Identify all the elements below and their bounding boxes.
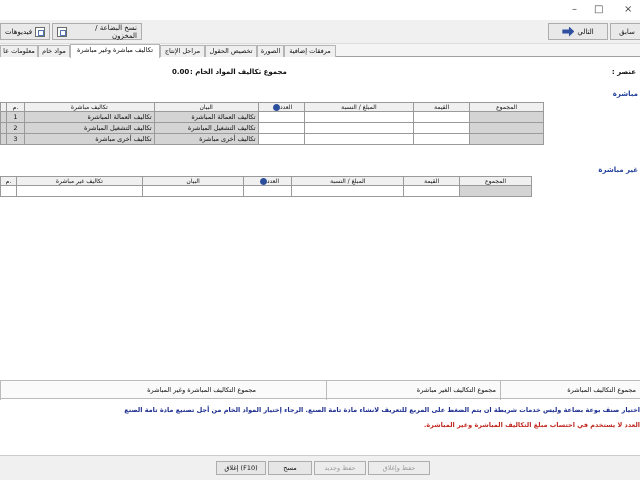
prev-label: سابق: [619, 27, 635, 36]
row-name: تكاليف أخرى مباشرة: [23, 133, 155, 145]
amount-cell[interactable]: [303, 133, 415, 145]
copy-goods-label: نسخ البضاعة / المخزون: [95, 23, 137, 40]
tab-production-stages[interactable]: مراحل الإنتاج: [160, 45, 205, 57]
total-indirect: مجموع التكاليف الغير مباشرة: [326, 381, 500, 400]
count-cell[interactable]: [257, 111, 305, 123]
row-name: تكاليف العمالة المباشرة: [23, 111, 155, 123]
col-value: القيمة: [403, 176, 461, 186]
amount-cell[interactable]: [303, 122, 415, 134]
count-cell[interactable]: [243, 185, 293, 197]
tab-image[interactable]: الصورة: [257, 45, 284, 57]
total-cell: [469, 133, 544, 145]
next-label: التالي: [577, 27, 594, 36]
note-warning: العدد لا يستخدم في احتساب مبلغ التكاليف …: [423, 421, 640, 429]
table-row[interactable]: 2 تكاليف التشغيل المباشرة تكاليف التشغيل…: [0, 122, 544, 134]
help-icon[interactable]: [272, 103, 280, 111]
value-cell[interactable]: [413, 111, 471, 123]
tab-custom-fields[interactable]: تخصيص الحقول: [205, 45, 257, 57]
row-no: 1: [5, 111, 25, 123]
count-cell[interactable]: [257, 122, 305, 134]
col-statement: البيان: [153, 102, 259, 112]
next-button[interactable]: التالي: [548, 23, 608, 40]
save-close-button[interactable]: حفظ وإغلاق: [368, 461, 430, 475]
value-cell[interactable]: [413, 133, 471, 145]
amount-cell[interactable]: [291, 185, 405, 197]
tab-strip: معلومات عا مواد خام تكاليف مباشرة وغير م…: [0, 44, 640, 58]
videos-button[interactable]: فيديوهات: [0, 23, 50, 40]
totals-bar: مجموع التكاليف المباشرة وغير المباشرة مج…: [0, 380, 640, 400]
table-row[interactable]: [0, 185, 532, 197]
amount-cell[interactable]: [303, 111, 415, 123]
copy-icon: [57, 26, 67, 37]
bottom-bar: إغلاق (F10) مسح حفظ وجديد حفظ وإغلاق: [0, 455, 640, 480]
col-indirect-cost: تكاليف غير مباشرة: [15, 176, 143, 186]
row-statement: تكاليف العمالة المباشرة: [153, 111, 259, 123]
note-info: اختيار صنف بوعة بضاعة وليس خدمات شريطة ا…: [124, 406, 640, 414]
row-no: 3: [5, 133, 25, 145]
row-name[interactable]: [15, 185, 143, 197]
prev-button[interactable]: سابق: [610, 23, 640, 40]
clear-button[interactable]: مسح: [268, 461, 312, 475]
value-cell[interactable]: [403, 185, 461, 197]
minimize-button[interactable]: –: [572, 4, 577, 15]
col-count: العدد: [243, 176, 293, 186]
row-statement[interactable]: [141, 185, 245, 197]
tab-attachments[interactable]: مرفقات إضافية: [284, 45, 336, 57]
close-window-button[interactable]: ×: [624, 4, 632, 15]
count-cell[interactable]: [257, 133, 305, 145]
raw-total-value: 0.00: [172, 68, 190, 76]
total-direct-indirect: مجموع التكاليف المباشرة وغير المباشرة: [0, 381, 326, 400]
col-count-label: العدد: [266, 177, 280, 185]
col-statement: البيان: [141, 176, 245, 186]
direct-section-title: مباشرة: [612, 90, 638, 98]
row-no: 2: [5, 122, 25, 134]
col-no: م.: [0, 176, 17, 186]
main-content: عنصر : 0.00 مجموع تكاليف المواد الخام : …: [0, 58, 640, 366]
title-bar: – □ ×: [0, 0, 640, 20]
item-label: عنصر :: [611, 68, 636, 76]
direct-costs-table: م. تكاليف مباشرة البيان العدد المبلغ / ا…: [0, 102, 544, 145]
tab-raw-materials[interactable]: مواد خام: [38, 45, 70, 57]
total-cell: [469, 122, 544, 134]
row-name: تكاليف التشغيل المباشرة: [23, 122, 155, 134]
tab-direct-indirect-costs[interactable]: تكاليف مباشرة وغير مباشرة: [70, 44, 160, 58]
col-count-label: العدد: [279, 103, 293, 111]
table-row[interactable]: 1 تكاليف العمالة المباشرة تكاليف العمالة…: [0, 111, 544, 123]
copy-goods-button[interactable]: نسخ البضاعة / المخزون: [52, 23, 142, 40]
col-no: م.: [5, 102, 25, 112]
col-total: المجموع: [469, 102, 544, 112]
help-icon[interactable]: [259, 177, 267, 185]
total-direct: مجموع التكاليف المباشرة: [500, 381, 640, 400]
total-cell: [459, 185, 532, 197]
save-new-button[interactable]: حفظ وجديد: [314, 461, 366, 475]
raw-total-label: مجموع تكاليف المواد الخام :: [190, 68, 287, 76]
col-direct-cost: تكاليف مباشرة: [23, 102, 155, 112]
value-cell[interactable]: [413, 122, 471, 134]
indirect-section-title: غير مباشرة: [598, 166, 638, 174]
indirect-costs-table: م. تكاليف غير مباشرة البيان العدد المبلغ…: [0, 176, 532, 197]
row-no: [0, 185, 17, 197]
tab-general-info[interactable]: معلومات عا: [0, 45, 38, 57]
total-cell: [469, 111, 544, 123]
col-amount-ratio: المبلغ / النسبة: [291, 176, 405, 186]
arrow-right-icon: [562, 26, 575, 37]
videos-label: فيديوهات: [5, 27, 33, 36]
close-button[interactable]: إغلاق (F10): [216, 461, 266, 475]
maximize-button[interactable]: □: [594, 4, 603, 15]
row-statement: تكاليف التشغيل المباشرة: [153, 122, 259, 134]
video-icon: [35, 26, 45, 37]
row-statement: تكاليف أخرى مباشرة: [153, 133, 259, 145]
table-row[interactable]: 3 تكاليف أخرى مباشرة تكاليف أخرى مباشرة: [0, 133, 544, 145]
col-total: المجموع: [459, 176, 532, 186]
col-value: القيمة: [413, 102, 471, 112]
toolbar: فيديوهات نسخ البضاعة / المخزون التالي سا…: [0, 20, 640, 44]
col-count: العدد: [257, 102, 305, 112]
col-amount-ratio: المبلغ / النسبة: [303, 102, 415, 112]
